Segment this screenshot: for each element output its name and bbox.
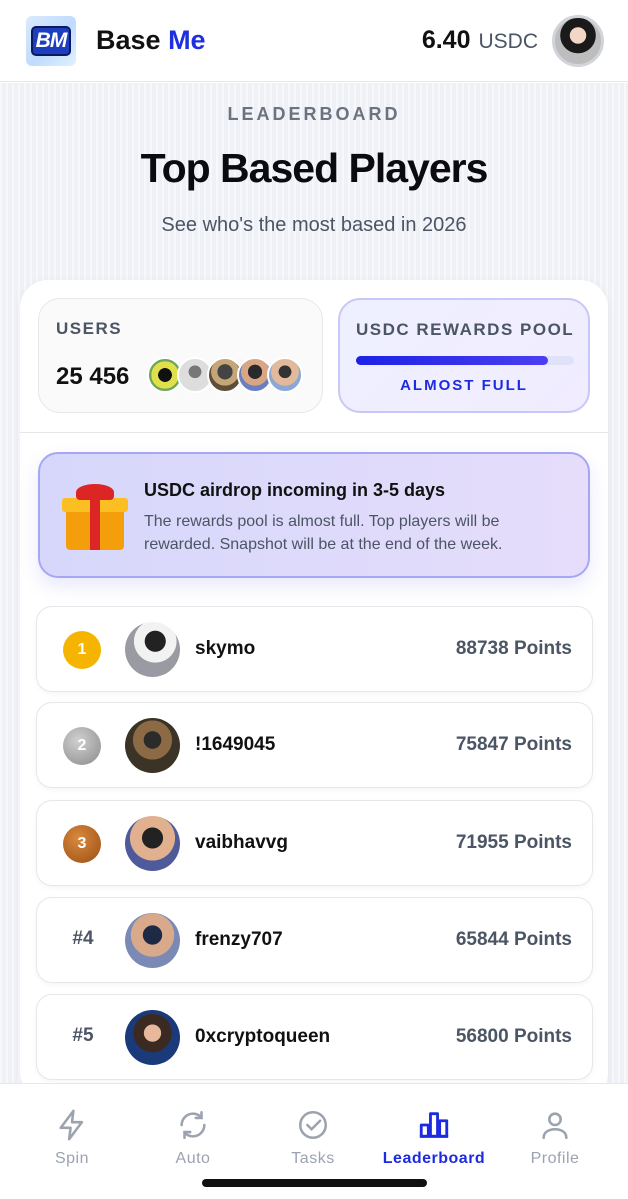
person-icon — [542, 1112, 568, 1140]
player-points: 75847 Points — [455, 734, 572, 755]
bottom-nav: Spin Auto Tasks Leaderboard Profile — [0, 1083, 628, 1199]
bar-chart-icon — [419, 1112, 449, 1138]
rewards-pool-label: USDC REWARDS POOL — [356, 320, 575, 339]
nav-label: Spin — [54, 1150, 90, 1167]
player-points: 88738 Points — [455, 638, 572, 659]
users-stat-card: USERS 25 456 — [38, 298, 323, 413]
nav-tasks[interactable]: Tasks — [253, 1108, 373, 1168]
nav-label: Tasks — [291, 1150, 335, 1167]
check-circle-icon — [298, 1110, 328, 1140]
nav-spin[interactable]: Spin — [12, 1108, 132, 1168]
nav-label: Auto — [175, 1150, 211, 1167]
balance-amount: 6.40 — [421, 26, 471, 54]
nav-label: Profile — [530, 1150, 580, 1167]
balance-unit: USDC — [478, 30, 538, 53]
profile-avatar[interactable] — [552, 14, 604, 67]
airdrop-banner: USDC airdrop incoming in 3-5 days The re… — [38, 452, 590, 578]
nav-profile[interactable]: Profile — [495, 1108, 615, 1168]
logo-text: BM — [30, 25, 72, 56]
app-logo[interactable]: BM — [26, 15, 76, 66]
brand-name-accent: Me — [168, 25, 206, 55]
player-points: 56800 Points — [455, 1026, 572, 1047]
users-label: USERS — [56, 319, 123, 338]
avatar — [125, 816, 180, 871]
rank-medal-bronze: 3 — [63, 825, 101, 863]
divider — [20, 432, 608, 433]
player-name: vaibhavvg — [195, 832, 288, 853]
rewards-pool-card: USDC REWARDS POOL ALMOST FULL — [338, 298, 590, 413]
nav-leaderboard[interactable]: Leaderboard — [374, 1108, 494, 1168]
user-avatar-stack — [147, 357, 303, 393]
avatar — [267, 357, 303, 393]
leaderboard-row-1[interactable]: 1 skymo 88738 Points — [36, 606, 593, 692]
player-points: 65844 Points — [455, 929, 572, 950]
leaderboard-row-4[interactable]: #4 frenzy707 65844 Points — [36, 897, 593, 983]
nav-auto[interactable]: Auto — [133, 1108, 253, 1168]
section-eyebrow: LEADERBOARD — [227, 104, 401, 124]
app-header: BM Base Me 6.40 USDC — [0, 0, 628, 82]
avatar — [125, 718, 180, 773]
player-name: skymo — [195, 638, 256, 659]
home-indicator — [202, 1179, 427, 1187]
rank-number: #5 — [72, 1025, 94, 1046]
refresh-icon — [180, 1110, 206, 1140]
users-count: 25 456 — [56, 363, 130, 390]
usdc-balance[interactable]: 6.40 USDC — [422, 26, 538, 55]
stats-row: USERS 25 456 USDC REWARDS POOL ALMOST FU… — [38, 298, 590, 413]
page-subtitle: See who's the most based in 2026 — [161, 214, 467, 236]
rank-medal-gold: 1 — [63, 631, 101, 669]
page-title: Top Based Players — [140, 145, 489, 191]
avatar — [125, 1010, 180, 1065]
avatar — [125, 622, 180, 677]
brand-name: Base Me — [96, 25, 206, 56]
airdrop-title: USDC airdrop incoming in 3-5 days — [144, 480, 446, 500]
player-name: !1649045 — [195, 734, 276, 755]
rewards-pool-progress — [356, 356, 574, 365]
brand-name-primary: Base — [96, 25, 161, 55]
rewards-pool-status: ALMOST FULL — [400, 377, 528, 394]
gift-icon — [62, 484, 128, 550]
player-name: frenzy707 — [195, 929, 283, 950]
leaderboard-row-5[interactable]: #5 0xcryptoqueen 56800 Points — [36, 994, 593, 1080]
airdrop-description: The rewards pool is almost full. Top pla… — [144, 513, 503, 553]
leaderboard-row-2[interactable]: 2 !1649045 75847 Points — [36, 702, 593, 788]
leaderboard-card: USERS 25 456 USDC REWARDS POOL ALMOST FU… — [20, 280, 608, 1100]
rank-number: #4 — [72, 928, 94, 949]
nav-label: Leaderboard — [382, 1150, 486, 1167]
lightning-icon — [59, 1109, 84, 1141]
avatar — [125, 913, 180, 968]
player-name: 0xcryptoqueen — [195, 1026, 331, 1047]
rank-medal-silver: 2 — [63, 727, 101, 765]
leaderboard-row-3[interactable]: 3 vaibhavvg 71955 Points — [36, 800, 593, 886]
rewards-pool-progress-fill — [356, 356, 548, 365]
player-points: 71955 Points — [455, 832, 572, 853]
